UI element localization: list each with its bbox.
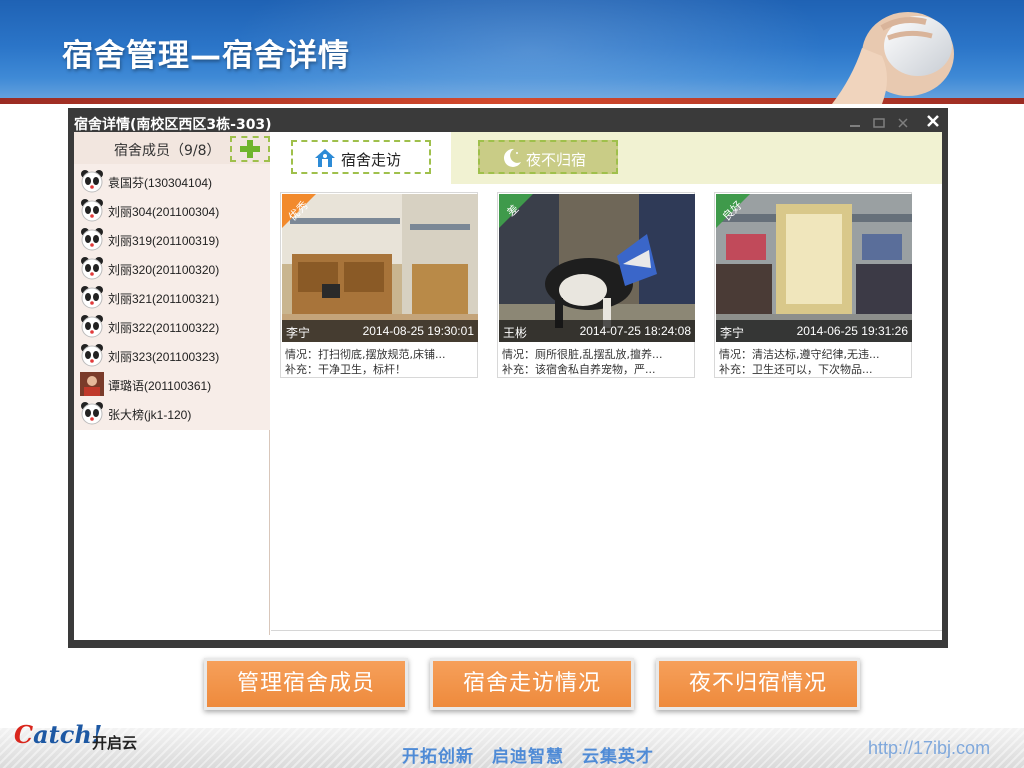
panda-avatar-icon (81, 257, 103, 280)
visit-remark: 补充：卫生还可以，下次物品... (719, 363, 873, 376)
visit-card[interactable]: 优秀 李宁 2014-08-25 19:30:01 情况：打扫彻底,摆放规范,床… (280, 192, 478, 378)
page-title: 宿舍管理—宿舍详情 (62, 38, 350, 74)
close-icon[interactable] (922, 110, 944, 132)
rating-ribbon: 良好 (716, 194, 750, 228)
hand-mouse-icon (832, 12, 954, 104)
visit-remark: 补充：干净卫生，标杆！ (285, 363, 406, 376)
member-item[interactable]: 谭璐语(201100361) (80, 371, 266, 397)
brand-name: 开启云 (92, 734, 138, 752)
visit-caption: 王彬 2014-07-25 18:24:08 (499, 320, 695, 342)
content-divider (271, 630, 942, 631)
visit-card[interactable]: 良好 李宁 2014-06-25 19:31:26 情况：清洁达标,遵守纪律,无… (714, 192, 912, 378)
window-controls (848, 116, 918, 130)
tab-bar: 宿舍走访 夜不归宿 (271, 132, 942, 184)
member-item[interactable]: 张大榜(jk1-120) (80, 400, 266, 426)
tab-night[interactable]: 夜不归宿 (478, 140, 618, 174)
panda-avatar-icon (81, 344, 103, 367)
member-name: 刘丽319(201100319) (108, 234, 220, 248)
member-item[interactable]: 刘丽322(201100322) (80, 313, 266, 339)
member-item[interactable]: 刘丽304(201100304) (80, 197, 266, 223)
catch-logo: Catch! (14, 720, 103, 749)
moon-icon (503, 148, 521, 167)
member-item[interactable]: 刘丽319(201100319) (80, 226, 266, 252)
member-name: 刘丽321(201100321) (108, 292, 220, 306)
maximize-icon[interactable] (872, 116, 886, 130)
visit-caption: 李宁 2014-08-25 19:30:01 (282, 320, 478, 342)
visit-time: 2014-07-25 18:24:08 (579, 324, 691, 338)
member-count-label: 宿舍成员（9/8） (114, 143, 221, 159)
minimize-icon[interactable] (848, 116, 862, 130)
member-item[interactable]: 刘丽321(201100321) (80, 284, 266, 310)
visit-time: 2014-06-25 19:31:26 (796, 324, 908, 338)
member-item[interactable]: 刘丽320(201100320) (80, 255, 266, 281)
site-url-link[interactable]: http://17ibj.com (868, 738, 990, 759)
member-item[interactable]: 袁国芬(130304104) (80, 168, 266, 194)
visit-card[interactable]: 差 王彬 2014-07-25 18:24:08 情况：厕所很脏,乱摆乱放,擅养… (497, 192, 695, 378)
add-member-button[interactable] (230, 136, 270, 162)
photo-avatar (80, 372, 104, 396)
plus-icon (240, 140, 260, 158)
tab-night-label: 夜不归宿 (526, 151, 587, 169)
night-absence-button[interactable]: 夜不归宿情况 (656, 658, 860, 710)
panda-avatar-icon (81, 286, 103, 309)
footer-slogan: 开拓创新 启迪智慧 云集英才 (402, 747, 654, 767)
tab-visit-container: 宿舍走访 (271, 132, 451, 184)
member-name: 刘丽304(201100304) (108, 205, 220, 219)
visit-photo: 优秀 李宁 2014-08-25 19:30:01 (282, 194, 478, 342)
member-panel: 宿舍成员（9/8） 袁国芬(130304104) 刘丽304(201100304… (74, 132, 270, 635)
panda-avatar-icon (81, 315, 103, 338)
tab-visit-label: 宿舍走访 (341, 151, 402, 169)
member-name: 刘丽323(201100323) (108, 350, 220, 364)
member-name: 谭璐语(201100361) (108, 379, 212, 393)
member-list: 袁国芬(130304104) 刘丽304(201100304) 刘丽319(20… (74, 164, 270, 430)
member-name: 刘丽320(201100320) (108, 263, 220, 277)
panda-avatar-icon (81, 402, 103, 425)
panda-avatar-icon (81, 199, 103, 222)
visit-situation: 情况：清洁达标,遵守纪律,无违... (719, 348, 880, 361)
window-body: 宿舍成员（9/8） 袁国芬(130304104) 刘丽304(201100304… (74, 132, 942, 640)
panda-avatar-icon (81, 170, 103, 193)
manage-members-button[interactable]: 管理宿舍成员 (204, 658, 408, 710)
member-name: 袁国芬(130304104) (108, 176, 213, 190)
house-icon (315, 149, 335, 167)
visit-remark: 补充：该宿舍私自养宠物，严... (502, 363, 656, 376)
panda-avatar-icon (81, 228, 103, 251)
rating-ribbon: 优秀 (282, 194, 316, 228)
visit-caption: 李宁 2014-06-25 19:31:26 (716, 320, 912, 342)
visit-time: 2014-08-25 19:30:01 (362, 324, 474, 338)
visit-photo: 差 王彬 2014-07-25 18:24:08 (499, 194, 695, 342)
member-name: 刘丽322(201100322) (108, 321, 220, 335)
member-item[interactable]: 刘丽323(201100323) (80, 342, 266, 368)
visit-photo: 良好 李宁 2014-06-25 19:31:26 (716, 194, 912, 342)
visit-situation: 情况：厕所很脏,乱摆乱放,擅养... (502, 348, 663, 361)
visit-status-button[interactable]: 宿舍走访情况 (430, 658, 634, 710)
header-banner: 宿舍管理—宿舍详情 (0, 0, 1024, 104)
visitor-name: 李宁 (286, 326, 311, 340)
rating-ribbon: 差 (499, 194, 533, 228)
member-header: 宿舍成员（9/8） (74, 132, 270, 164)
dorm-detail-window: 宿舍详情(南校区西区3栋-303) 宿舍成员（9/8） 袁国芬(13030410… (68, 108, 948, 648)
visit-situation: 情况：打扫彻底,摆放规范,床铺... (285, 348, 446, 361)
visitor-name: 李宁 (720, 326, 745, 340)
visitor-name: 王彬 (503, 326, 528, 340)
member-name: 张大榜(jk1-120) (108, 408, 192, 422)
close-small-icon[interactable] (896, 116, 910, 130)
tab-visit[interactable]: 宿舍走访 (291, 140, 431, 174)
window-title: 宿舍详情(南校区西区3栋-303) (74, 117, 272, 133)
